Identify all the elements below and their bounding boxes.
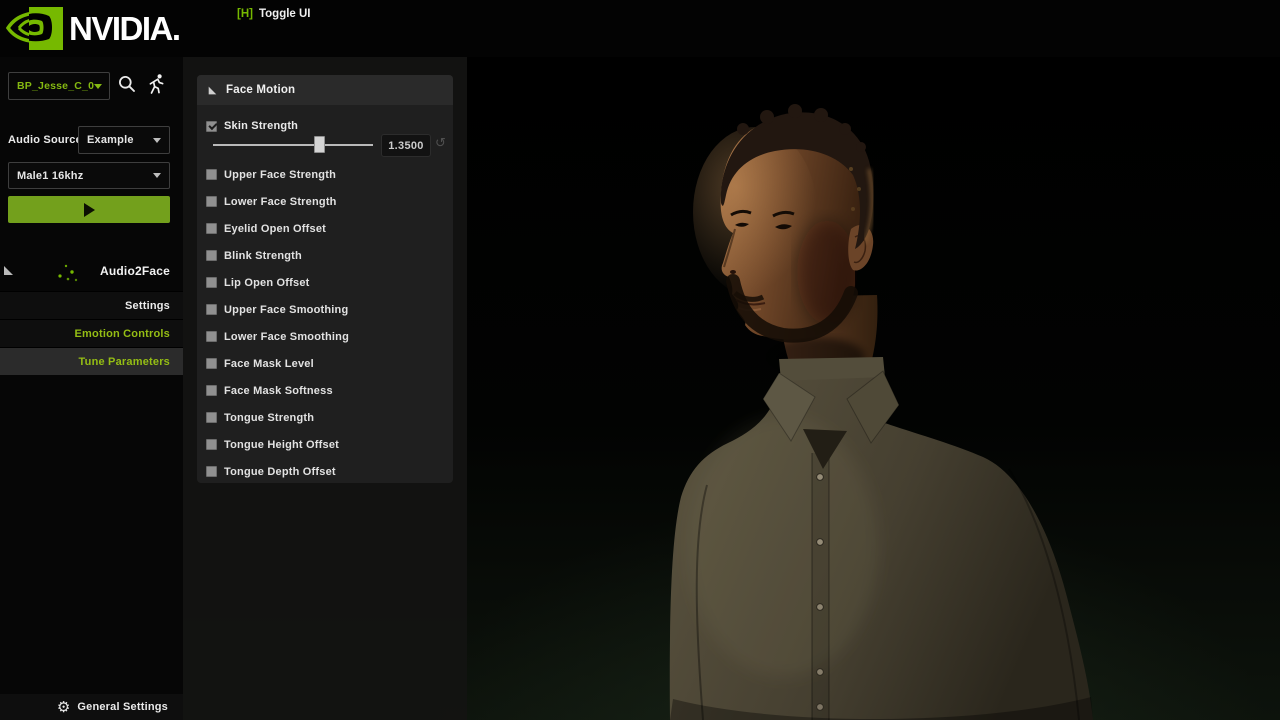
- gear-icon: ⚙: [57, 700, 70, 715]
- actor-select-value: BP_Jesse_C_0: [17, 80, 94, 92]
- collapse-triangle-icon: [4, 266, 13, 275]
- param-checkbox[interactable]: [206, 250, 217, 261]
- audio2face-nav: Settings Emotion Controls Tune Parameter…: [0, 291, 183, 375]
- chevron-down-icon: [153, 138, 161, 143]
- skin-strength-slider-handle[interactable]: [314, 136, 325, 153]
- param-checkbox[interactable]: [206, 223, 217, 234]
- skin-strength-value[interactable]: 1.3500: [381, 134, 431, 157]
- skin-strength-label: Skin Strength: [224, 120, 298, 132]
- param-label: Eyelid Open Offset: [224, 223, 326, 235]
- param-row-upper-face-strength[interactable]: Upper Face Strength: [197, 161, 453, 188]
- param-checkbox[interactable]: [206, 466, 217, 477]
- param-label: Upper Face Smoothing: [224, 304, 348, 316]
- param-row-tongue-height-offset[interactable]: Tongue Height Offset: [197, 431, 453, 458]
- reset-icon[interactable]: ↺: [435, 136, 446, 151]
- param-row-lip-open-offset[interactable]: Lip Open Offset: [197, 269, 453, 296]
- param-label: Lower Face Strength: [224, 196, 337, 208]
- audio-source-label: Audio Source: [8, 134, 82, 146]
- animate-character-button[interactable]: [146, 73, 166, 100]
- param-row-lower-face-smoothing[interactable]: Lower Face Smoothing: [197, 323, 453, 350]
- chevron-down-icon: [94, 84, 102, 89]
- param-label: Upper Face Strength: [224, 169, 336, 181]
- audio-clip-value: Male1 16khz: [17, 170, 83, 182]
- left-sidebar: BP_Jesse_C_0 Audio Source Example Male1 …: [0, 57, 183, 720]
- face-motion-panel: Face Motion Skin Strength 1.3500 ↺ Upper…: [197, 75, 453, 483]
- audio2face-section-header[interactable]: Audio2Face: [0, 255, 183, 287]
- param-label: Face Mask Softness: [224, 385, 333, 397]
- face-motion-panel-header[interactable]: Face Motion: [197, 75, 453, 105]
- running-person-icon: [146, 73, 166, 95]
- general-settings-label: General Settings: [77, 701, 168, 713]
- param-row-face-mask-softness[interactable]: Face Mask Softness: [197, 377, 453, 404]
- audio-clip-dropdown[interactable]: Male1 16khz: [8, 162, 170, 189]
- param-label: Face Mask Level: [224, 358, 314, 370]
- param-row-tongue-strength[interactable]: Tongue Strength: [197, 404, 453, 431]
- param-checkbox[interactable]: [206, 358, 217, 369]
- param-checkbox[interactable]: [206, 304, 217, 315]
- param-row-face-mask-level[interactable]: Face Mask Level: [197, 350, 453, 377]
- face-motion-title: Face Motion: [226, 84, 295, 96]
- play-button[interactable]: [8, 196, 170, 223]
- nvidia-wordmark: NVIDIA.: [69, 10, 180, 48]
- param-checkbox[interactable]: [206, 196, 217, 207]
- chevron-down-icon: [153, 173, 161, 178]
- toggle-ui-button[interactable]: [H] Toggle UI: [237, 8, 311, 20]
- param-checkbox[interactable]: [206, 169, 217, 180]
- param-label: Blink Strength: [224, 250, 302, 262]
- param-checkbox[interactable]: [206, 277, 217, 288]
- skin-strength-checkbox[interactable]: [206, 121, 217, 132]
- search-button[interactable]: [117, 74, 137, 99]
- param-row-eyelid-open-offset[interactable]: Eyelid Open Offset: [197, 215, 453, 242]
- param-checkbox[interactable]: [206, 439, 217, 450]
- audio2face-dots-icon: [55, 261, 81, 285]
- param-row-tongue-depth-offset[interactable]: Tongue Depth Offset: [197, 458, 453, 485]
- param-checkbox[interactable]: [206, 385, 217, 396]
- skin-strength-slider-track[interactable]: [213, 144, 373, 146]
- nvidia-eye-icon: [5, 4, 63, 53]
- skin-strength-slider-row: 1.3500 ↺: [197, 133, 453, 157]
- param-label: Tongue Depth Offset: [224, 466, 336, 478]
- skin-strength-row: Skin Strength: [206, 120, 298, 132]
- param-checkbox[interactable]: [206, 412, 217, 423]
- param-row-lower-face-strength[interactable]: Lower Face Strength: [197, 188, 453, 215]
- search-icon: [117, 74, 137, 94]
- tune-parameter-list: Upper Face Strength Lower Face Strength …: [197, 161, 453, 485]
- actor-select-dropdown[interactable]: BP_Jesse_C_0: [8, 72, 110, 100]
- nav-item-settings[interactable]: Settings: [0, 291, 183, 319]
- audio-source-value: Example: [87, 134, 134, 146]
- param-label: Lower Face Smoothing: [224, 331, 349, 343]
- audio2face-title: Audio2Face: [100, 264, 170, 278]
- nvidia-logo: NVIDIA.: [5, 4, 180, 53]
- toggle-ui-key-hint: [H]: [237, 8, 253, 20]
- nav-item-emotion-controls[interactable]: Emotion Controls: [0, 319, 183, 347]
- audio-source-dropdown[interactable]: Example: [78, 126, 170, 154]
- nav-item-tune-parameters[interactable]: Tune Parameters: [0, 347, 183, 375]
- collapse-triangle-icon: [209, 86, 217, 94]
- param-label: Lip Open Offset: [224, 277, 310, 289]
- param-label: Tongue Height Offset: [224, 439, 339, 451]
- param-row-upper-face-smoothing[interactable]: Upper Face Smoothing: [197, 296, 453, 323]
- top-bar: NVIDIA. [H] Toggle UI: [0, 0, 1280, 57]
- param-label: Tongue Strength: [224, 412, 314, 424]
- toggle-ui-label: Toggle UI: [259, 8, 311, 20]
- play-icon: [84, 203, 95, 217]
- param-checkbox[interactable]: [206, 331, 217, 342]
- param-row-blink-strength[interactable]: Blink Strength: [197, 242, 453, 269]
- app-window: NVIDIA. [H] Toggle UI BP_Jesse_C_0 Audio…: [0, 0, 1280, 720]
- general-settings-button[interactable]: ⚙ General Settings: [0, 694, 183, 720]
